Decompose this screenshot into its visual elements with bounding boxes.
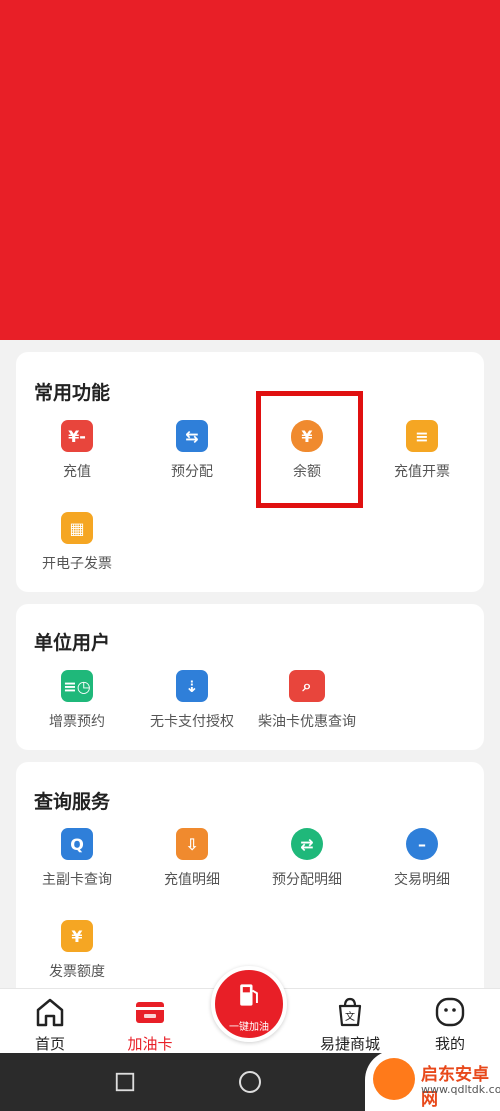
recent-apps-icon[interactable] xyxy=(114,1071,136,1093)
invoice-appointment-item[interactable]: ≡◷ 增票预约 xyxy=(22,670,132,731)
recharge-item[interactable]: ¥- 充值 xyxy=(22,420,132,481)
home-circle-icon[interactable] xyxy=(238,1070,262,1094)
pre-allocate-item[interactable]: ⇆ 预分配 xyxy=(137,420,247,481)
shopping-bag-icon: 文 xyxy=(338,997,362,1027)
e-invoice-item[interactable]: ▦ 开电子发票 xyxy=(22,512,132,573)
highlight-annotation-box xyxy=(256,391,363,508)
yuan-card-icon: ¥- xyxy=(61,420,93,452)
pre-allocate-detail-item[interactable]: ⇄ 预分配明细 xyxy=(252,828,362,889)
common-functions-title: 常用功能 xyxy=(34,382,111,404)
top-banner xyxy=(0,0,500,340)
transaction-detail-item[interactable]: – 交易明细 xyxy=(367,828,477,889)
fuel-pump-icon xyxy=(240,984,258,1006)
diesel-card-discount-item[interactable]: ⌕ 柴油卡优惠查询 xyxy=(252,670,362,731)
invoice-arrow-icon: ≡ xyxy=(406,420,438,452)
svg-text:文: 文 xyxy=(345,1010,355,1023)
card-search-icon: Q xyxy=(61,828,93,860)
tab-home[interactable]: 首页 xyxy=(5,989,95,1054)
exchange-search-icon: ⇄ xyxy=(291,828,323,860)
cardless-pay-auth-item[interactable]: ⇣ 无卡支付授权 xyxy=(137,670,247,731)
invoice-yuan-icon: ¥ xyxy=(61,920,93,952)
invoice-quota-item[interactable]: ¥ 发票额度 xyxy=(22,920,132,981)
query-services-title: 查询服务 xyxy=(34,791,111,813)
tab-mall[interactable]: 文 易捷商城 xyxy=(305,989,395,1054)
watermark-logo xyxy=(373,1058,415,1100)
transaction-icon: – xyxy=(406,828,438,860)
recharge-invoice-item[interactable]: ≡ 充值开票 xyxy=(367,420,477,481)
home-icon xyxy=(36,998,64,1027)
watermark-url: www.qdltdk.com xyxy=(421,1083,500,1096)
unit-users-title: 单位用户 xyxy=(34,632,111,654)
fuel-card-icon xyxy=(136,1002,164,1023)
tab-fuel-card[interactable]: 加油卡 xyxy=(105,989,195,1054)
ticket-search-icon: ⌕ xyxy=(289,670,325,702)
site-watermark: 启东安卓网 www.qdltdk.com xyxy=(365,1050,500,1111)
recharge-detail-item[interactable]: ⇩ 充值明细 xyxy=(137,828,247,889)
user-authorize-icon: ⇣ xyxy=(176,670,208,702)
e-invoice-icon: ▦ xyxy=(61,512,93,544)
download-box-icon: ⇩ xyxy=(176,828,208,860)
one-click-fuel-button[interactable]: 一键加油 xyxy=(211,966,287,1042)
transfer-icon: ⇆ xyxy=(176,420,208,452)
tab-me[interactable]: 我的 xyxy=(405,989,495,1054)
card-query-item[interactable]: Q 主副卡查询 xyxy=(22,828,132,889)
profile-face-icon xyxy=(435,997,465,1027)
clock-ticket-icon: ≡◷ xyxy=(61,670,93,702)
